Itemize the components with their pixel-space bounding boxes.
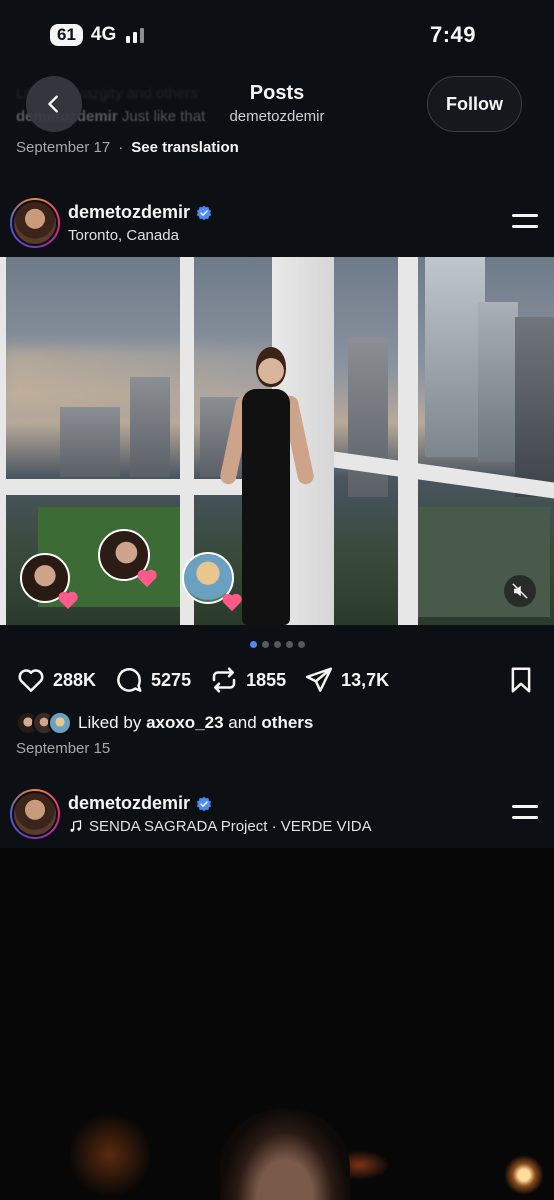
repost-icon	[212, 667, 236, 693]
next-post-username[interactable]: demetozdemir	[68, 793, 190, 814]
post-header: demetozdemir Toronto, Canada	[0, 193, 554, 253]
signal-icon	[126, 27, 145, 43]
background-light	[70, 1110, 150, 1200]
next-post-audio-text: SENDA SAGRADA Project · VERDE VIDA	[89, 818, 372, 835]
avatar[interactable]	[10, 198, 60, 248]
next-post-header-text: demetozdemir SENDA SAGRADA Project · VER…	[68, 793, 372, 835]
building	[130, 377, 170, 477]
carousel-dot	[249, 641, 257, 648]
bookmark-icon[interactable]	[506, 665, 536, 695]
heart-icon	[222, 593, 242, 612]
shares-count: 13,7K	[341, 669, 390, 690]
reposts-count: 1855	[246, 669, 287, 690]
menu-icon[interactable]	[512, 211, 538, 233]
battery-indicator: 61	[50, 24, 83, 46]
comment-icon	[117, 668, 142, 692]
network-type: 4G	[90, 24, 117, 45]
see-translation-link[interactable]: See translation	[131, 139, 239, 156]
post-username[interactable]: demetozdemir	[68, 202, 190, 223]
window-frame	[0, 257, 6, 625]
nav-header: Posts demetozdemir Follow	[0, 76, 554, 134]
avatar[interactable]	[10, 789, 60, 839]
building	[515, 317, 554, 497]
carousel-dot	[273, 641, 281, 648]
post-header-text: demetozdemir Toronto, Canada	[68, 202, 212, 244]
heart-icon	[137, 569, 157, 588]
username-row: demetozdemir	[68, 202, 212, 223]
liked-by-others[interactable]: others	[261, 713, 313, 732]
avatar	[48, 711, 72, 735]
post-date: September 15	[16, 740, 111, 757]
liked-by-prefix: Liked by	[78, 713, 142, 732]
carousel-dot	[297, 641, 305, 648]
clock: 7:49	[429, 22, 476, 47]
window-frame	[398, 257, 418, 625]
building	[60, 407, 120, 477]
comments-count: 5275	[151, 669, 192, 690]
liked-by-text: Liked by axoxo_23 and others	[78, 713, 313, 733]
building	[478, 302, 518, 462]
follow-button[interactable]: Follow	[427, 76, 522, 132]
heart-icon	[58, 591, 78, 610]
music-note-icon	[70, 820, 82, 832]
repost-action[interactable]: 1855	[209, 665, 286, 695]
menu-icon[interactable]	[512, 802, 538, 824]
username-row: demetozdemir	[68, 793, 372, 814]
carousel-dot	[285, 641, 293, 648]
share-action[interactable]: 13,7K	[304, 665, 389, 695]
verified-icon	[196, 796, 212, 811]
share-icon	[306, 667, 333, 692]
background-light	[504, 1155, 544, 1195]
liked-by-row[interactable]: Liked by axoxo_23 and others	[16, 711, 313, 735]
next-post-audio[interactable]: SENDA SAGRADA Project · VERDE VIDA	[68, 818, 372, 835]
post-location[interactable]: Toronto, Canada	[68, 227, 212, 244]
carousel-dot	[261, 641, 269, 648]
verified-icon	[196, 205, 212, 220]
building	[425, 257, 485, 457]
likes-count: 288K	[53, 669, 97, 690]
carousel-indicator	[0, 641, 554, 648]
previous-meta: September 17 · See translation	[16, 139, 538, 156]
next-post-header: demetozdemir SENDA SAGRADA Project · VER…	[0, 784, 554, 844]
heart-icon	[18, 669, 44, 692]
person	[218, 347, 316, 625]
meta-separator: ·	[118, 139, 124, 156]
liked-by-and: and	[228, 713, 257, 732]
post-actions: 288K 5275 1855 13,7K	[16, 662, 536, 698]
status-left: 61 4G	[50, 24, 145, 46]
mute-button[interactable]	[504, 575, 536, 607]
liked-by-user[interactable]: axoxo_23	[146, 713, 224, 732]
like-action[interactable]: 288K	[16, 665, 96, 695]
previous-post-date: September 17	[16, 139, 111, 156]
status-bar: 61 4G 7:49	[0, 0, 554, 70]
post-photo[interactable]	[0, 257, 554, 625]
mute-icon	[512, 583, 528, 599]
comment-action[interactable]: 5275	[114, 665, 191, 695]
